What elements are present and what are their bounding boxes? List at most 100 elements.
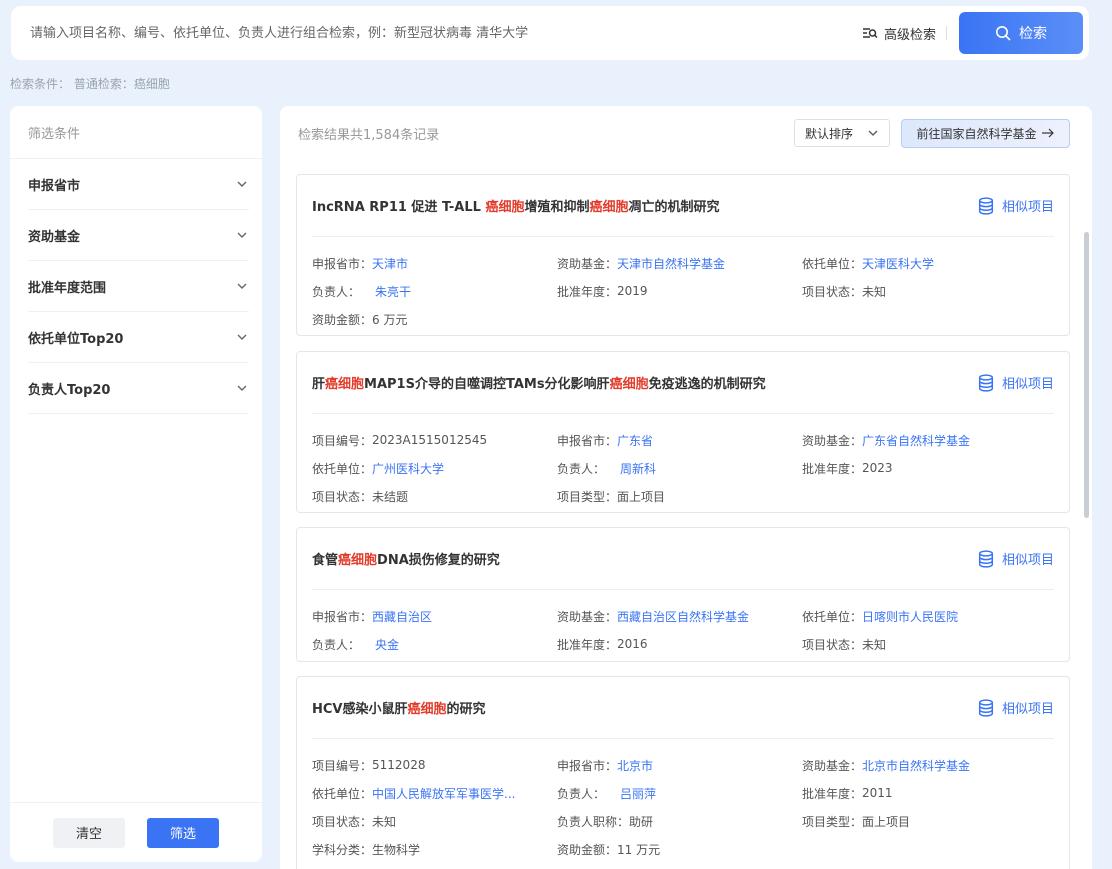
filter-panel: 筛选条件 申报省市 资助基金 批准年度范围 依托单位Top20 负责人Top20 清空 … <box>10 106 262 862</box>
field-value-link[interactable]: 周新科 <box>620 460 656 477</box>
field-value-link[interactable]: 广州医科大学 <box>372 460 444 477</box>
database-icon <box>978 373 994 392</box>
result-field: 依托单位： 广州医科大学 <box>312 454 557 482</box>
search-input[interactable] <box>11 6 862 60</box>
result-field: 申报省市： 西藏自治区 <box>312 602 557 630</box>
result-title[interactable]: HCV感染小鼠肝癌细胞的研究 <box>312 698 486 717</box>
field-label: 资助基金： <box>802 433 863 448</box>
clear-button[interactable]: 清空 <box>53 817 125 848</box>
result-field: 申报省市： 天津市 <box>312 249 557 277</box>
highlight-keyword: 癌细胞 <box>485 200 525 215</box>
result-field: 项目状态： 未知 <box>802 277 1054 305</box>
result-card: IncRNA RP11 促进 T-ALL 癌细胞增殖和抑制癌细胞凋亡的机制研究相… <box>296 174 1070 336</box>
result-field: 学科分类： 生物科学 <box>312 835 557 863</box>
search-button[interactable]: 检索 <box>959 12 1083 54</box>
database-icon <box>978 549 994 568</box>
field-label: 依托单位： <box>802 609 863 624</box>
field-value: 未结题 <box>372 489 409 504</box>
similar-projects-button[interactable]: 相似项目 <box>978 698 1054 717</box>
field-value-link[interactable]: 天津医科大学 <box>862 255 934 272</box>
arrow-right-icon <box>1041 128 1054 138</box>
highlight-keyword: 癌细胞 <box>338 553 378 568</box>
title-text: 免疫逃逸的机制研究 <box>648 377 766 392</box>
filter-facet[interactable]: 依托单位Top20 <box>28 312 249 363</box>
title-text: IncRNA RP11 促进 T-ALL <box>312 200 486 215</box>
field-value-link[interactable]: 吕丽萍 <box>620 785 656 802</box>
result-field: 资助基金： 西藏自治区自然科学基金 <box>557 602 802 630</box>
result-title[interactable]: 食管癌细胞DNA损伤修复的研究 <box>312 549 500 568</box>
filter-facet-label: 资助基金 <box>28 229 81 245</box>
field-value: 2016 <box>617 637 648 651</box>
field-value-link[interactable]: 北京市自然科学基金 <box>862 757 970 774</box>
result-card-header: 肝癌细胞MAP1S介导的自噬调控TAMs分化影响肝癌细胞免疫逃逸的机制研究 相似项… <box>312 352 1054 414</box>
field-value-link[interactable]: 中国人民解放军军事医学... <box>372 785 515 802</box>
result-field: 批准年度： 2019 <box>557 277 802 305</box>
goto-nsfc-button[interactable]: 前往国家自然科学基金 <box>901 118 1070 148</box>
field-value-link[interactable]: 天津市 <box>372 255 408 272</box>
result-field: 批准年度： 2023 <box>802 454 1054 482</box>
sort-select[interactable]: 默认排序 <box>794 119 890 147</box>
field-label: 批准年度： <box>557 637 618 652</box>
field-value-link[interactable]: 央金 <box>375 636 399 653</box>
title-text: 凋亡的机制研究 <box>628 200 720 215</box>
field-label: 批准年度： <box>802 461 863 476</box>
scrollbar[interactable] <box>1084 232 1089 518</box>
field-value-link[interactable]: 北京市 <box>617 757 653 774</box>
result-title[interactable]: 肝癌细胞MAP1S介导的自噬调控TAMs分化影响肝癌细胞免疫逃逸的机制研究 <box>312 373 766 392</box>
similar-projects-button[interactable]: 相似项目 <box>978 549 1054 568</box>
apply-filter-button[interactable]: 筛选 <box>147 817 219 848</box>
result-field: 依托单位： 日喀则市人民医院 <box>802 602 1054 630</box>
sort-label: 默认排序 <box>805 126 854 141</box>
result-field: 依托单位： 天津医科大学 <box>802 249 1054 277</box>
result-field: 申报省市： 广东省 <box>557 426 802 454</box>
result-field: 项目状态： 未知 <box>802 630 1054 658</box>
field-value-link[interactable]: 朱亮干 <box>375 283 411 300</box>
field-value: 未知 <box>862 637 887 652</box>
result-field: 项目状态： 未结题 <box>312 482 557 510</box>
filter-facet[interactable]: 申报省市 <box>28 159 249 210</box>
filter-facet[interactable]: 资助基金 <box>28 210 249 261</box>
field-value-link[interactable]: 西藏自治区自然科学基金 <box>617 608 749 625</box>
result-field: 负责人职称： 助研 <box>557 807 802 835</box>
field-value-link[interactable]: 西藏自治区 <box>372 608 432 625</box>
field-label: 批准年度： <box>802 786 863 801</box>
result-field: 依托单位： 中国人民解放军军事医学... <box>312 779 557 807</box>
result-fields: 项目编号： 2023A1515012545 申报省市： 广东省 资助基金： 广东省自然科学… <box>312 414 1054 510</box>
field-value: 2023A1515012545 <box>372 433 488 447</box>
advanced-search-button[interactable]: 高级检索 <box>862 24 946 43</box>
field-label: 负责人： <box>557 786 606 801</box>
similar-projects-button[interactable]: 相似项目 <box>978 196 1054 215</box>
field-value-link[interactable]: 广东省自然科学基金 <box>862 432 970 449</box>
result-title[interactable]: IncRNA RP11 促进 T-ALL 癌细胞增殖和抑制癌细胞凋亡的机制研究 <box>312 196 720 215</box>
field-label: 项目编号： <box>312 433 373 448</box>
field-value: 2011 <box>862 786 893 800</box>
field-value: 生物科学 <box>372 842 421 857</box>
field-value-link[interactable]: 日喀则市人民医院 <box>862 608 958 625</box>
highlight-keyword: 癌细胞 <box>609 377 649 392</box>
field-label: 负责人： <box>557 461 606 476</box>
filter-facet[interactable]: 负责人Top20 <box>28 363 249 414</box>
field-label: 资助金额： <box>312 312 373 327</box>
title-text: DNA损伤修复的研究 <box>377 553 500 568</box>
result-card-header: IncRNA RP11 促进 T-ALL 癌细胞增殖和抑制癌细胞凋亡的机制研究相… <box>312 175 1054 237</box>
field-value-link[interactable]: 广东省 <box>617 432 653 449</box>
field-value-link[interactable]: 天津市自然科学基金 <box>617 255 725 272</box>
similar-projects-button[interactable]: 相似项目 <box>978 373 1054 392</box>
filter-facet-label: 依托单位Top20 <box>28 331 124 347</box>
result-card-header: 食管癌细胞DNA损伤修复的研究 相似项目 <box>312 528 1054 590</box>
field-value: 未知 <box>862 284 887 299</box>
result-field: 批准年度： 2011 <box>802 779 1054 807</box>
filter-title: 筛选条件 <box>10 106 262 159</box>
field-label: 负责人： <box>312 637 361 652</box>
result-field: 项目类型： 面上项目 <box>557 482 802 510</box>
result-field: 项目编号： 2023A1515012545 <box>312 426 557 454</box>
title-text: HCV感染小鼠肝 <box>312 702 408 717</box>
filter-facet[interactable]: 批准年度范围 <box>28 261 249 312</box>
field-label: 依托单位： <box>312 786 373 801</box>
field-label: 申报省市： <box>557 758 618 773</box>
chevron-down-icon <box>237 334 247 340</box>
field-label: 负责人： <box>312 284 361 299</box>
search-bar: 高级检索 检索 <box>11 6 1089 60</box>
field-label: 项目编号： <box>312 758 373 773</box>
field-label: 项目类型： <box>802 814 863 829</box>
